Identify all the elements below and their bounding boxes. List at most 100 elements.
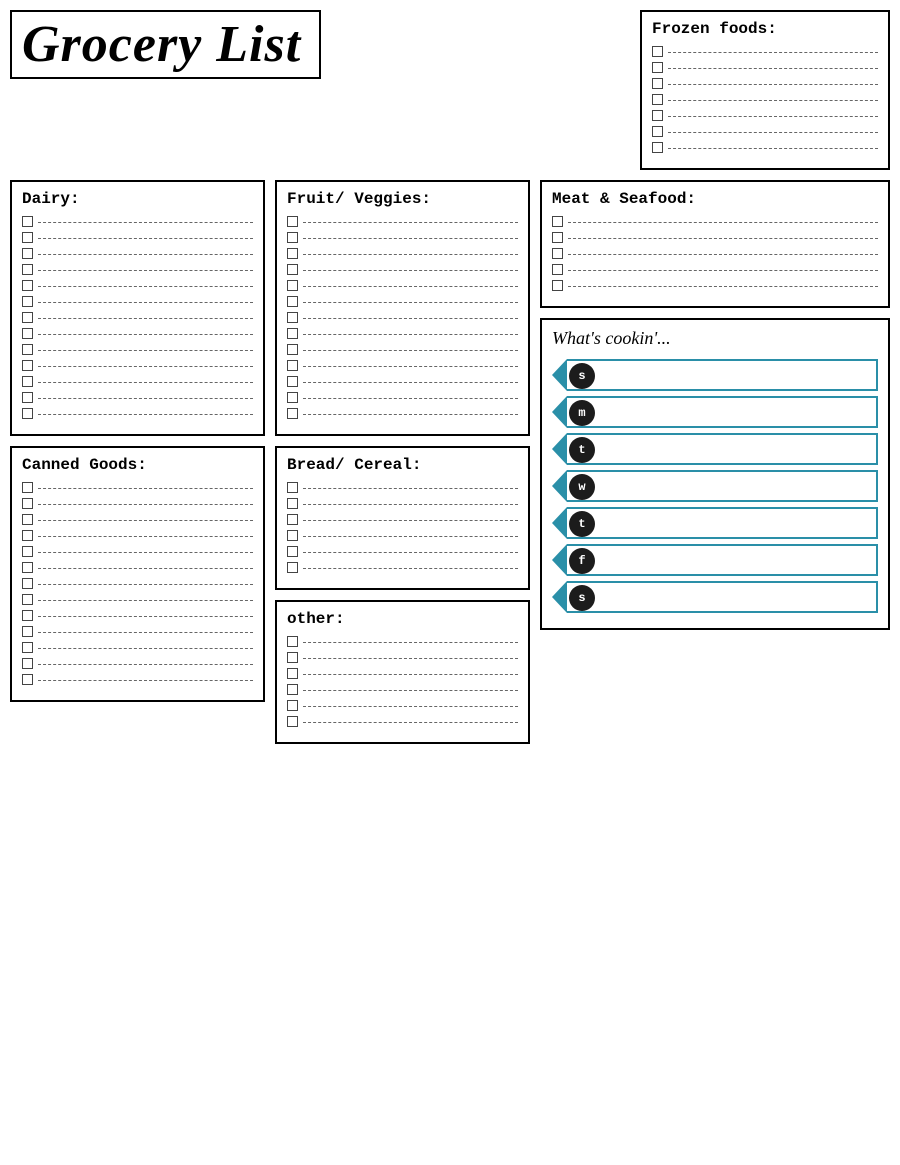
checkbox[interactable] [22,296,33,307]
checkbox[interactable] [287,344,298,355]
checkbox[interactable] [287,636,298,647]
list-item [552,264,878,275]
checkbox[interactable] [287,248,298,259]
checkbox[interactable] [287,360,298,371]
checkbox[interactable] [287,264,298,275]
canned-goods-list [22,482,253,685]
line [38,600,253,601]
checkbox[interactable] [22,216,33,227]
checkbox[interactable] [22,264,33,275]
list-item [22,280,253,291]
checkbox[interactable] [22,360,33,371]
checkbox[interactable] [287,514,298,525]
checkbox[interactable] [22,626,33,637]
line [303,302,518,303]
checkbox[interactable] [652,94,663,105]
checkbox[interactable] [652,78,663,89]
day-badge-t1: t [569,437,595,463]
line [668,132,878,133]
checkbox[interactable] [652,126,663,137]
arrow-body: w [567,470,878,502]
checkbox[interactable] [287,376,298,387]
checkbox[interactable] [22,248,33,259]
checkbox[interactable] [22,658,33,669]
checkbox[interactable] [552,232,563,243]
arrow-chevron-icon [552,507,567,539]
checkbox[interactable] [287,392,298,403]
checkbox[interactable] [22,578,33,589]
checkbox[interactable] [22,376,33,387]
checkbox[interactable] [652,62,663,73]
list-item [22,594,253,605]
checkbox[interactable] [22,392,33,403]
checkbox[interactable] [287,216,298,227]
day-badge-t2: t [569,511,595,537]
meat-seafood-title: Meat & Seafood: [552,190,878,208]
checkbox[interactable] [287,668,298,679]
checkbox[interactable] [287,232,298,243]
checkbox[interactable] [652,110,663,121]
checkbox[interactable] [287,546,298,557]
list-item [287,652,518,663]
checkbox[interactable] [287,684,298,695]
checkbox[interactable] [22,498,33,509]
checkbox[interactable] [287,716,298,727]
checkbox[interactable] [22,674,33,685]
cookin-section: What's cookin'... s m [540,318,890,630]
line [38,222,253,223]
checkbox[interactable] [552,216,563,227]
checkbox[interactable] [287,652,298,663]
checkbox[interactable] [287,328,298,339]
checkbox[interactable] [22,344,33,355]
line [303,254,518,255]
checkbox[interactable] [287,280,298,291]
list-item [552,280,878,291]
checkbox[interactable] [552,264,563,275]
line [38,632,253,633]
checkbox[interactable] [287,498,298,509]
list-item [652,110,878,121]
checkbox[interactable] [22,280,33,291]
checkbox[interactable] [22,530,33,541]
list-item [22,216,253,227]
checkbox[interactable] [22,328,33,339]
checkbox[interactable] [652,46,663,57]
line [303,520,518,521]
fruit-veggies-list [287,216,518,419]
other-list [287,636,518,727]
checkbox[interactable] [22,312,33,323]
checkbox[interactable] [287,562,298,573]
line [303,318,518,319]
checkbox[interactable] [22,546,33,557]
checkbox[interactable] [652,142,663,153]
list-item [652,78,878,89]
checkbox[interactable] [22,594,33,605]
checkbox[interactable] [552,280,563,291]
checkbox[interactable] [287,482,298,493]
line [303,222,518,223]
checkbox[interactable] [287,530,298,541]
checkbox[interactable] [22,642,33,653]
checkbox[interactable] [287,296,298,307]
checkbox[interactable] [287,408,298,419]
list-item [552,216,878,227]
checkbox[interactable] [22,514,33,525]
line [38,398,253,399]
line [303,536,518,537]
arrow-body: s [567,581,878,613]
checkbox[interactable] [22,408,33,419]
canned-goods-title: Canned Goods: [22,456,253,474]
day-badge-w: w [569,474,595,500]
checkbox[interactable] [287,312,298,323]
checkbox[interactable] [287,700,298,711]
arrow-body: s [567,359,878,391]
list-item [22,498,253,509]
checkbox[interactable] [552,248,563,259]
checkbox[interactable] [22,232,33,243]
checkbox[interactable] [22,482,33,493]
checkbox[interactable] [22,562,33,573]
line [303,270,518,271]
checkbox[interactable] [22,610,33,621]
dairy-list [22,216,253,419]
list-item [552,248,878,259]
